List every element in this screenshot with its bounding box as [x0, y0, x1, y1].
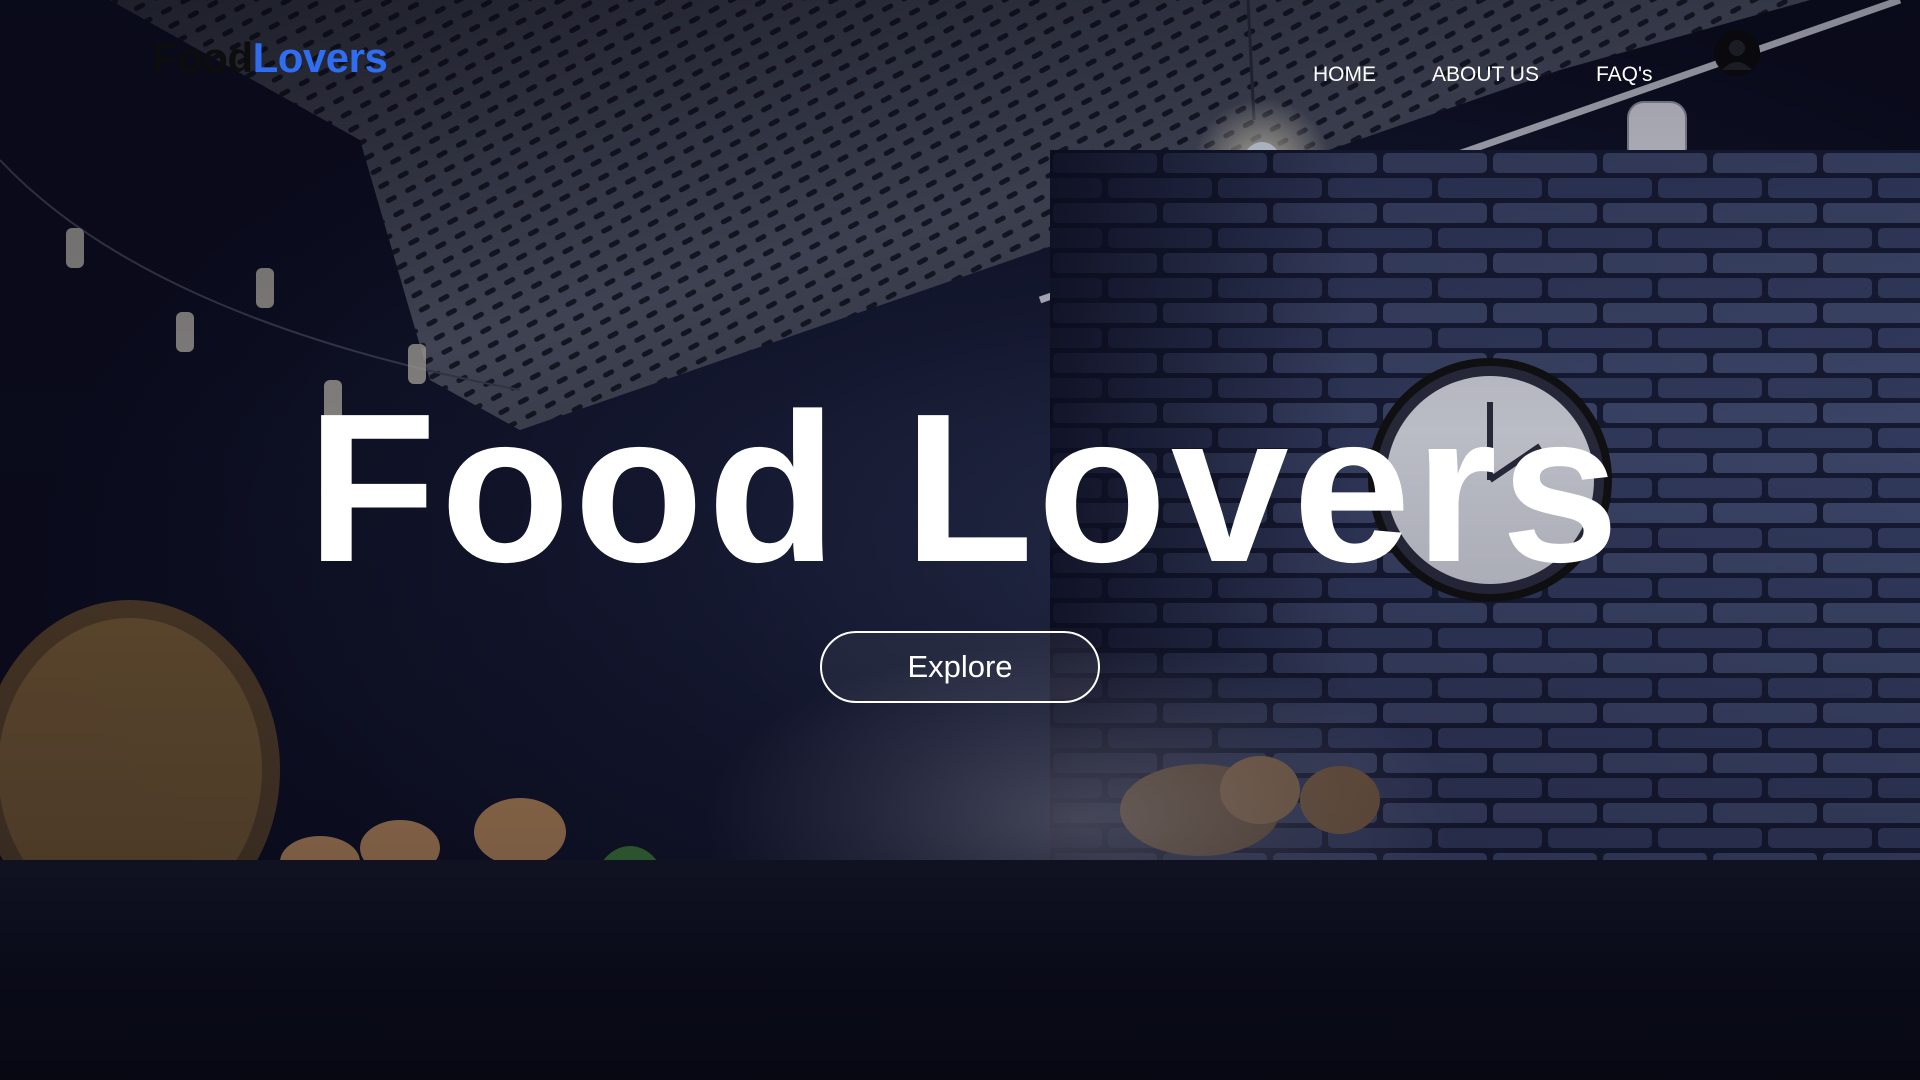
user-avatar-button[interactable]: [1714, 30, 1760, 76]
nav-home-link[interactable]: HOME: [1313, 60, 1376, 90]
nav-faqs-link[interactable]: FAQ's: [1596, 60, 1653, 90]
user-avatar-icon: [1714, 30, 1760, 76]
site-logo[interactable]: FoodLovers: [152, 32, 388, 84]
explore-button[interactable]: Explore: [820, 631, 1100, 703]
hero-title: Food Lovers: [306, 369, 1624, 606]
logo-word-lovers: Lovers: [252, 34, 388, 81]
nav-about-us-link[interactable]: ABOUT US: [1432, 60, 1539, 90]
logo-word-food: Food: [152, 34, 253, 81]
